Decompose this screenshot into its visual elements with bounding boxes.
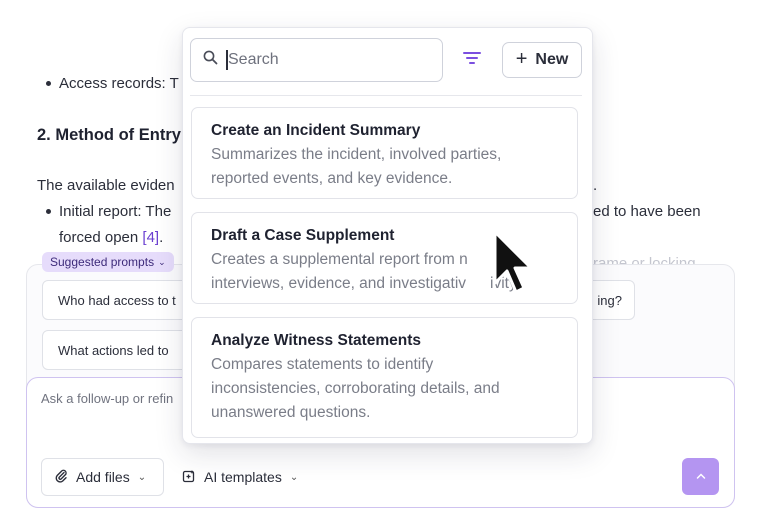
bullet-dot [46,209,51,214]
template-title: Analyze Witness Statements [211,332,422,349]
ai-templates-button[interactable]: AI templates ⌄ [182,458,298,496]
filter-icon [463,51,481,70]
popover-divider [190,95,582,96]
suggested-prompt-label: Who had access to t [58,292,176,308]
text-caret [226,50,228,70]
suggested-prompt-label: What actions led to [58,342,169,358]
doc-paragraph-tail: . [593,177,598,194]
send-button[interactable] [682,458,719,495]
template-description: reported events, and key evidence. [211,170,453,187]
chevron-down-icon: ⌄ [158,256,166,267]
arrow-up-icon [696,471,706,483]
doc-forced-open-line: forced open [4]. [59,229,163,246]
template-card[interactable]: Create an Incident Summary Summarizes th… [191,107,578,199]
template-description: interviews, evidence, and investigativ [211,275,467,292]
add-files-label: Add files [76,469,130,485]
template-description: Summarizes the incident, involved partie… [211,146,502,163]
chevron-down-icon: ⌄ [137,471,147,483]
plus-icon: + [515,47,528,70]
doc-bullet-access: Access records: T [59,75,179,92]
template-card[interactable]: Analyze Witness Statements Compares stat… [191,317,578,438]
doc-citation-tail: . [159,229,164,246]
suggested-prompt-label: ing? [597,292,622,308]
ai-templates-label: AI templates [204,469,282,485]
doc-paragraph-available: The available eviden [37,177,175,194]
paperclip-icon [54,468,68,487]
new-template-label: New [535,51,569,68]
template-search-input[interactable] [228,51,418,69]
mouse-pointer-icon [491,229,533,304]
citation-link[interactable]: [4] [142,229,159,246]
chevron-down-icon: ⌄ [289,471,299,483]
doc-forced-open: forced open [59,229,143,246]
suggested-prompts-label: Suggested prompts [50,255,155,269]
template-description: inconsistencies, corroborating details, … [211,380,500,397]
doc-bullet-initial-tail: ed to have been [593,203,701,220]
template-title: Create an Incident Summary [211,122,421,139]
doc-heading-method: 2. Method of Entry [37,126,181,144]
bullet-dot [46,81,51,86]
search-icon [203,50,218,70]
template-description: Compares statements to identify [211,356,434,373]
doc-bullet-initial: Initial report: The [59,203,172,220]
template-description: unanswered questions. [211,404,371,421]
suggested-prompts-toggle[interactable]: Suggested prompts ⌄ [42,252,174,272]
template-icon [182,469,196,486]
add-files-button[interactable]: Add files ⌄ [41,458,164,496]
new-template-button[interactable]: + New [502,42,582,78]
template-search-field[interactable] [190,38,443,82]
filter-button[interactable] [459,48,485,72]
composer-placeholder[interactable]: Ask a follow-up or refin [41,391,173,406]
